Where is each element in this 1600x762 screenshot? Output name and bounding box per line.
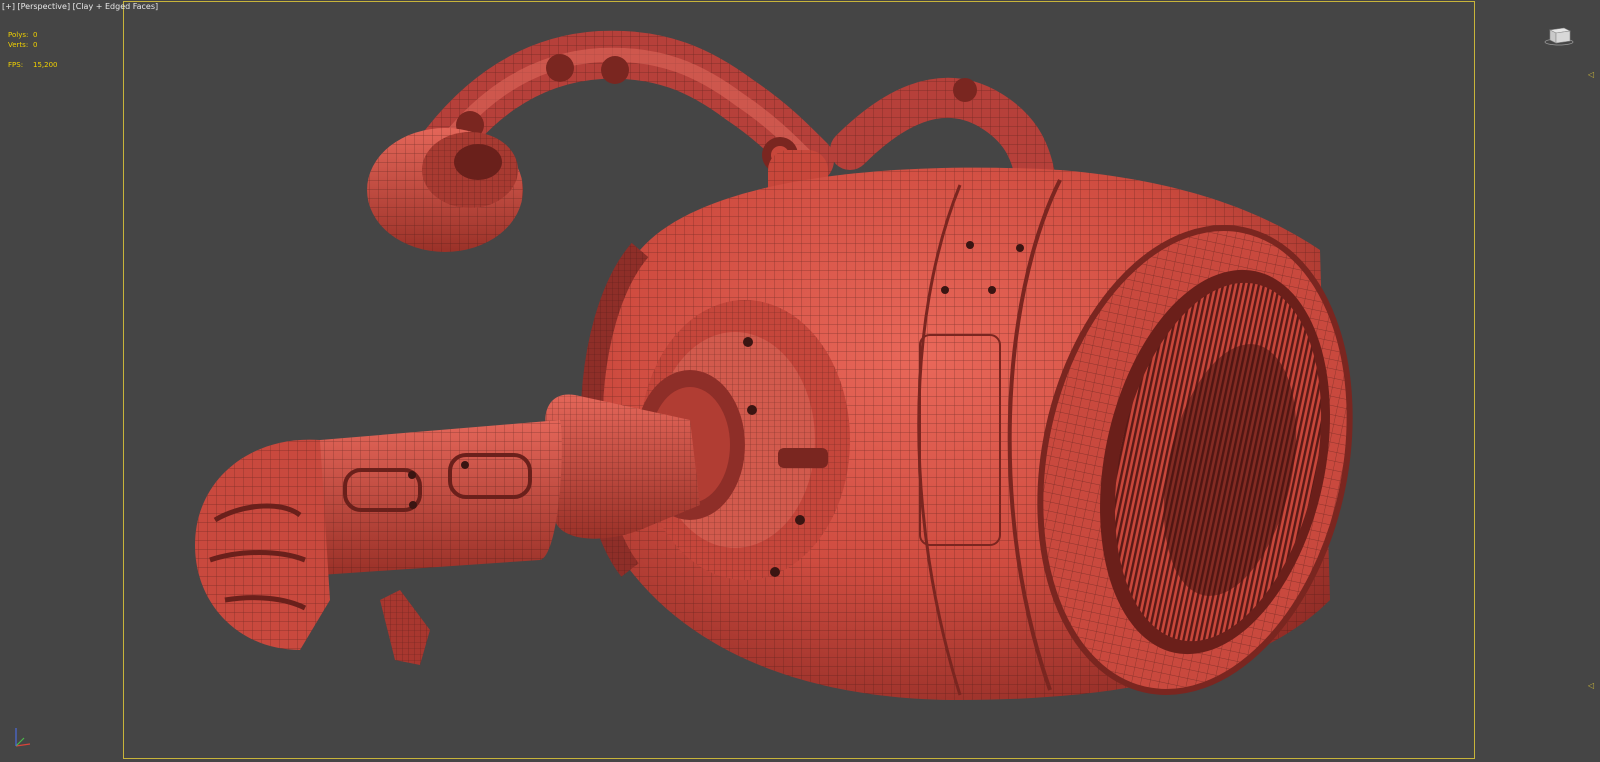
- triangle-left-icon[interactable]: ◁: [1588, 71, 1596, 79]
- polys-stat: Polys: 0: [8, 30, 58, 40]
- polys-label: Polys:: [8, 31, 29, 39]
- fps-value: 15,200: [33, 61, 58, 69]
- viewport-menu-button[interactable]: [+]: [2, 2, 15, 11]
- triangle-left-icon[interactable]: ◁: [1588, 682, 1596, 690]
- viewport-label: [+] [Perspective] [Clay + Edged Faces]: [2, 2, 158, 11]
- viewcube-icon[interactable]: [1544, 24, 1574, 46]
- polys-value: 0: [33, 31, 38, 39]
- active-viewport-border: [123, 1, 1475, 759]
- shading-menu[interactable]: [Clay + Edged Faces]: [73, 2, 159, 11]
- view-point-menu[interactable]: [Perspective]: [18, 2, 71, 11]
- verts-stat: Verts: 0: [8, 40, 58, 50]
- statistics-overlay: Polys: 0 Verts: 0 FPS: 15,200: [8, 30, 58, 70]
- fps-label: FPS:: [8, 61, 24, 69]
- axis-tripod-icon: [15, 728, 31, 747]
- verts-label: Verts:: [8, 41, 29, 49]
- verts-value: 0: [33, 41, 38, 49]
- fps-stat: FPS: 15,200: [8, 60, 58, 70]
- perspective-viewport[interactable]: [+] [Perspective] [Clay + Edged Faces] P…: [0, 0, 1600, 762]
